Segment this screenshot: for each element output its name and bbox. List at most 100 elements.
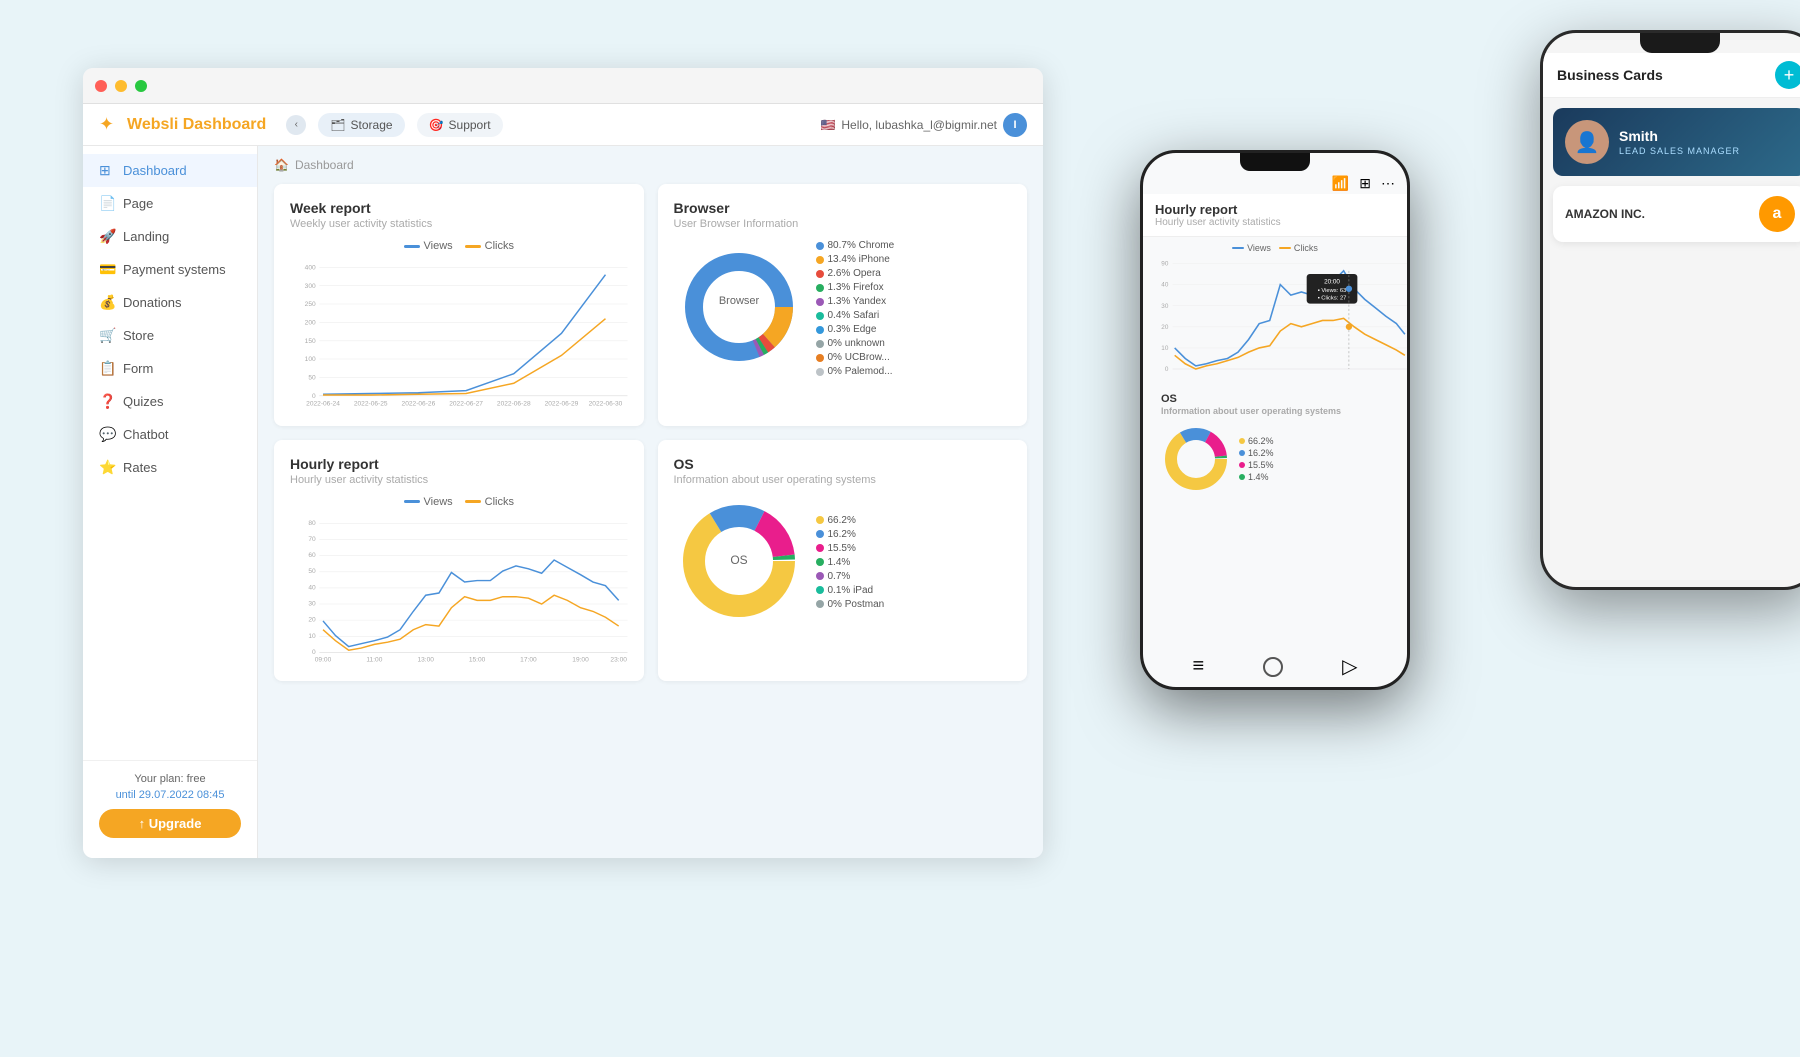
card2-company: AMAZON INC.	[1565, 207, 1749, 221]
svg-text:2022-06-27: 2022-06-27	[449, 400, 483, 406]
phone-views-legend: Views	[1232, 243, 1271, 253]
chatbot-icon: 💬	[99, 426, 115, 443]
browser-donut: Browser	[674, 242, 804, 375]
sidebar-label-payment: Payment systems	[123, 262, 226, 277]
more-icon: ⋯	[1381, 175, 1395, 192]
week-report-card: Week report Weekly user activity statist…	[274, 184, 644, 426]
business-cards-header: Business Cards +	[1543, 53, 1800, 98]
upgrade-button[interactable]: ↑ Upgrade	[99, 809, 241, 838]
svg-text:30: 30	[308, 600, 316, 607]
phone-front-screen: 📶 ⊞ ⋯ Hourly report Hourly user activity…	[1143, 153, 1407, 687]
user-greeting: Hello, lubashka_l@bigmir.net	[841, 118, 997, 132]
quizes-icon: ❓	[99, 393, 115, 410]
svg-text:13:00: 13:00	[417, 656, 434, 662]
grid-icon: ⊞	[1359, 175, 1371, 192]
user-info: 🇺🇸 Hello, lubashka_l@bigmir.net I	[820, 113, 1027, 137]
phone-recent-button[interactable]: ▷	[1342, 654, 1357, 679]
support-button[interactable]: 🎯 Support	[417, 113, 503, 137]
views-legend-dot	[404, 245, 420, 248]
sidebar-item-page[interactable]: 📄 Page	[83, 187, 257, 220]
flag-icon: 🇺🇸	[820, 118, 835, 132]
phone-chart-title: Hourly report	[1155, 202, 1281, 217]
svg-text:30: 30	[1161, 303, 1169, 310]
svg-text:0: 0	[312, 393, 316, 400]
breadcrumb-current: Dashboard	[295, 158, 354, 172]
phone-bottom-bar: ≡ ▷	[1143, 654, 1407, 679]
svg-text:50: 50	[308, 375, 316, 382]
hourly-views-legend: Views	[404, 496, 453, 508]
svg-text:20: 20	[1161, 324, 1169, 331]
maximize-dot[interactable]	[135, 80, 147, 92]
browser-window: ✦ Websli Dashboard ‹ 🗂 Storage 🎯 Support…	[83, 68, 1043, 858]
user-avatar: I	[1003, 113, 1027, 137]
sidebar-item-form[interactable]: 📋 Form	[83, 352, 257, 385]
svg-text:23:00: 23:00	[610, 656, 627, 662]
phone-os-title: OS Information about user operating syst…	[1149, 385, 1401, 420]
svg-text:11:00: 11:00	[366, 656, 382, 662]
svg-text:40: 40	[308, 584, 316, 591]
phone-os-legend: 66.2% 16.2% 15.5% 1.4%	[1239, 436, 1274, 482]
browser-title: Browser	[674, 200, 1012, 216]
phone-os-area: OS Information about user operating syst…	[1143, 385, 1407, 498]
os-subtitle: Information about user operating systems	[674, 474, 1012, 486]
card1-role: LEAD SALES MANAGER	[1619, 146, 1740, 156]
card2-info: AMAZON INC.	[1565, 207, 1749, 221]
hourly-report-chart: 0 10 20 30 40 50 60 70 80 0	[290, 516, 628, 663]
phone-back-screen: Business Cards + 👤 Smith LEAD SALES MANA…	[1543, 33, 1800, 587]
svg-text:150: 150	[305, 338, 316, 345]
sidebar-label-quizes: Quizes	[123, 394, 163, 409]
week-report-legend: Views Clicks	[290, 240, 628, 252]
browser-navbar: ✦ Websli Dashboard ‹ 🗂 Storage 🎯 Support…	[83, 104, 1043, 146]
phone-front: 📶 ⊞ ⋯ Hourly report Hourly user activity…	[1140, 150, 1410, 690]
phone-chart-header-text: Hourly report Hourly user activity stati…	[1155, 202, 1281, 228]
phone-clicks-legend: Clicks	[1279, 243, 1318, 253]
svg-text:100: 100	[305, 356, 316, 363]
sidebar-item-payment[interactable]: 💳 Payment systems	[83, 253, 257, 286]
storage-button[interactable]: 🗂 Storage	[318, 113, 404, 137]
phone-views-label: Views	[1247, 243, 1271, 253]
sidebar-item-store[interactable]: 🛒 Store	[83, 319, 257, 352]
week-report-subtitle: Weekly user activity statistics	[290, 218, 628, 230]
clicks-legend-label: Clicks	[485, 240, 514, 252]
sidebar-item-dashboard[interactable]: ⊞ Dashboard	[83, 154, 257, 187]
phone-chart-header: Hourly report Hourly user activity stati…	[1143, 194, 1407, 237]
app-body: ⊞ Dashboard 📄 Page 🚀 Landing 💳 Payment s…	[83, 146, 1043, 858]
os-legend: 66.2% 16.2% 15.5% 1.4% 0.7% 0.1% iPad 0%…	[816, 515, 885, 610]
sidebar-item-landing[interactable]: 🚀 Landing	[83, 220, 257, 253]
add-card-button[interactable]: +	[1775, 61, 1800, 89]
svg-text:2022-06-29: 2022-06-29	[545, 400, 579, 406]
svg-text:2022-06-25: 2022-06-25	[354, 400, 388, 406]
svg-text:10: 10	[1161, 345, 1169, 352]
svg-text:10: 10	[308, 633, 316, 640]
collapse-button[interactable]: ‹	[286, 115, 306, 135]
card1-avatar: 👤	[1565, 120, 1609, 164]
minimize-dot[interactable]	[115, 80, 127, 92]
os-chart-area: OS 66.2% 16.2% 15.5% 1.4% 0.7% 0.1% iPad…	[674, 496, 1012, 629]
phone-back-button[interactable]: ≡	[1192, 655, 1204, 678]
sidebar-item-rates[interactable]: ⭐ Rates	[83, 451, 257, 484]
form-icon: 📋	[99, 360, 115, 377]
sidebar-label-form: Form	[123, 361, 153, 376]
week-report-title: Week report	[290, 200, 628, 216]
logo-icon: ✦	[99, 114, 121, 136]
phone-home-button[interactable]	[1263, 657, 1283, 677]
plan-date: until 29.07.2022 08:45	[99, 789, 241, 801]
support-icon: 🎯	[429, 118, 444, 132]
sidebar-item-donations[interactable]: 💰 Donations	[83, 286, 257, 319]
dashboard-icon: ⊞	[99, 162, 115, 179]
svg-text:09:00: 09:00	[315, 656, 332, 662]
svg-text:▪ Views: 63: ▪ Views: 63	[1318, 288, 1347, 294]
store-icon: 🛒	[99, 327, 115, 344]
hourly-views-label: Views	[424, 496, 453, 508]
business-cards-title: Business Cards	[1557, 67, 1663, 83]
charts-grid: Week report Weekly user activity statist…	[274, 184, 1027, 681]
business-card-1: 👤 Smith LEAD SALES MANAGER	[1553, 108, 1800, 176]
sidebar-item-quizes[interactable]: ❓ Quizes	[83, 385, 257, 418]
hourly-views-dot	[404, 500, 420, 503]
sidebar: ⊞ Dashboard 📄 Page 🚀 Landing 💳 Payment s…	[83, 146, 258, 858]
hourly-report-title: Hourly report	[290, 456, 628, 472]
sidebar-item-chatbot[interactable]: 💬 Chatbot	[83, 418, 257, 451]
close-dot[interactable]	[95, 80, 107, 92]
rates-icon: ⭐	[99, 459, 115, 476]
views-legend: Views	[404, 240, 453, 252]
